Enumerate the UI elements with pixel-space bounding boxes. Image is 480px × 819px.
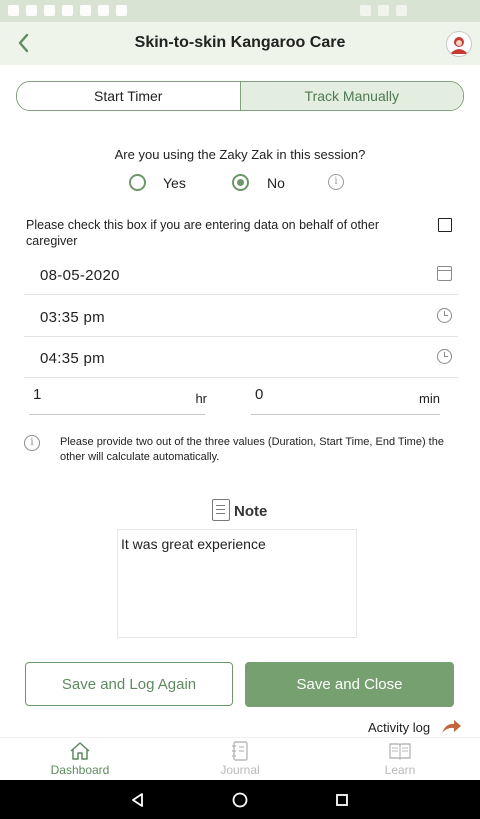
info-icon[interactable]: i	[328, 174, 344, 190]
end-time-field[interactable]: 04:35 pm	[24, 337, 458, 378]
notification-icon	[8, 5, 19, 16]
nav-dashboard-label: Dashboard	[50, 763, 110, 777]
journal-icon	[232, 741, 248, 761]
nav-journal-label: Journal	[220, 763, 260, 777]
nav-learn[interactable]: Learn	[320, 738, 480, 781]
hours-input[interactable]: 1 hr	[29, 380, 207, 415]
system-back-icon[interactable]	[130, 792, 146, 808]
notification-icon	[116, 5, 127, 16]
start-time-field[interactable]: 03:35 pm	[24, 296, 458, 337]
avatar[interactable]	[446, 31, 472, 57]
tab-track-manually[interactable]: Track Manually	[240, 82, 463, 110]
system-home-icon[interactable]	[231, 791, 249, 809]
radio-yes-label[interactable]: Yes	[163, 175, 186, 191]
duration-hint: Please provide two out of the three valu…	[60, 436, 444, 463]
date-value: 08-05-2020	[40, 267, 120, 284]
app-header: Skin-to-skin Kangaroo Care	[0, 22, 480, 65]
save-and-log-again-button[interactable]: Save and Log Again	[25, 662, 233, 706]
nav-dashboard[interactable]: Dashboard	[0, 738, 160, 781]
system-navigation-bar	[0, 780, 480, 819]
clock-icon[interactable]	[437, 349, 452, 364]
hours-value: 1	[33, 386, 42, 403]
info-icon: i	[24, 435, 40, 451]
zaky-question: Are you using the Zaky Zak in this sessi…	[114, 147, 366, 162]
nav-learn-label: Learn	[384, 763, 416, 777]
notification-icon	[44, 5, 55, 16]
note-label: Note	[234, 503, 268, 520]
activity-log-link[interactable]: Activity log	[368, 720, 430, 735]
minutes-unit: min	[419, 391, 440, 406]
caregiver-checkbox-label: Please check this box if you are enterin…	[26, 218, 380, 248]
notification-icon	[62, 5, 73, 16]
tracking-mode-toggle: Start Timer Track Manually	[16, 81, 464, 111]
page-title: Skin-to-skin Kangaroo Care	[134, 34, 346, 51]
status-bar	[0, 0, 480, 22]
wifi-icon	[378, 5, 389, 16]
battery-icon	[396, 5, 407, 16]
arrow-right-icon[interactable]	[440, 718, 462, 736]
nav-journal[interactable]: Journal	[160, 738, 320, 781]
bluetooth-icon	[360, 5, 371, 16]
minutes-input[interactable]: 0 min	[251, 380, 440, 415]
hours-unit: hr	[195, 391, 207, 406]
user-avatar-icon	[448, 33, 470, 55]
save-and-close-button[interactable]: Save and Close	[245, 662, 454, 707]
radio-yes[interactable]	[129, 174, 146, 191]
date-field[interactable]: 08-05-2020	[24, 254, 458, 295]
notification-icon	[26, 5, 37, 16]
clock-icon[interactable]	[437, 308, 452, 323]
bottom-navigation: Dashboard Journal Learn	[0, 737, 480, 781]
notification-icon	[80, 5, 91, 16]
radio-no-label[interactable]: No	[267, 175, 285, 191]
start-time-value: 03:35 pm	[40, 309, 105, 326]
home-icon	[70, 742, 90, 760]
note-icon	[212, 499, 230, 521]
radio-no[interactable]	[232, 174, 249, 191]
minutes-value: 0	[255, 386, 264, 403]
notification-icon	[98, 5, 109, 16]
caregiver-checkbox[interactable]	[438, 218, 452, 232]
note-text: It was great experience	[121, 536, 266, 552]
end-time-value: 04:35 pm	[40, 350, 105, 367]
calendar-icon[interactable]	[437, 266, 452, 281]
book-icon	[389, 743, 411, 760]
tab-start-timer[interactable]: Start Timer	[17, 82, 241, 110]
system-recents-icon[interactable]	[334, 792, 350, 808]
note-textarea[interactable]: It was great experience	[117, 529, 357, 638]
